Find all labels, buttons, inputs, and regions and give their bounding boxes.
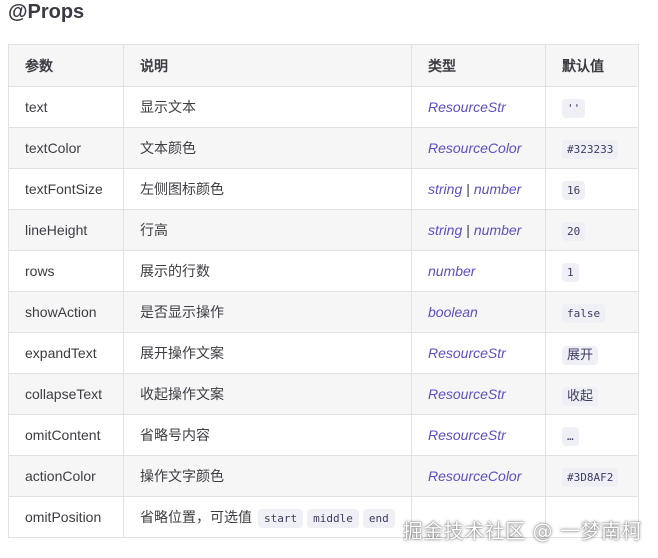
param-cell: showAction <box>8 291 124 333</box>
type-cell: ResourceStr <box>411 332 546 374</box>
header-param: 参数 <box>8 44 124 87</box>
description-text: 左侧图标颜色 <box>140 181 224 197</box>
default-value: 1 <box>562 263 579 282</box>
default-value: false <box>562 304 606 323</box>
type-separator: | <box>466 181 470 197</box>
type-cell: ResourceStr <box>411 414 546 456</box>
description-text: 是否显示操作 <box>140 304 224 320</box>
description-cell: 省略位置，可选值 start middle end <box>123 496 412 538</box>
default-cell: … <box>545 414 639 456</box>
default-value: 16 <box>562 181 586 200</box>
type-cell: ResourceColor <box>411 455 546 497</box>
props-table: 参数 说明 类型 默认值 text 显示文本 ResourceStr '' textCo… <box>8 44 639 538</box>
default-cell: 收起 <box>545 373 639 415</box>
table-row: actionColor 操作文字颜色 ResourceColor #3D8AF2 <box>8 455 639 497</box>
description-cell: 显示文本 <box>123 86 412 128</box>
default-value: … <box>562 427 579 446</box>
type-name: ResourceStr <box>428 427 506 443</box>
table-row: rows 展示的行数 number 1 <box>8 250 639 292</box>
description-cell: 文本颜色 <box>123 127 412 169</box>
description-cell: 左侧图标颜色 <box>123 168 412 210</box>
description-text: 省略号内容 <box>140 427 210 443</box>
description-text: 显示文本 <box>140 99 196 115</box>
description-text: 操作文字颜色 <box>140 468 224 484</box>
default-value: 展开 <box>562 345 599 365</box>
page-title: @Props <box>8 1 85 23</box>
table-row: text 显示文本 ResourceStr '' <box>8 86 639 128</box>
watermark: 掘金技术社区 @ 一梦南柯 <box>402 519 642 543</box>
default-value: '' <box>562 99 586 118</box>
type-name: number <box>428 263 476 279</box>
default-cell: 1 <box>545 250 639 292</box>
param-cell: lineHeight <box>8 209 124 251</box>
default-value: #323233 <box>562 140 619 159</box>
description-text: 行高 <box>140 222 168 238</box>
type-cell: ResourceStr <box>411 86 546 128</box>
description-text: 收起操作文案 <box>140 386 224 402</box>
param-cell: actionColor <box>8 455 124 497</box>
type-name: string <box>428 181 463 197</box>
type-cell: ResourceStr <box>411 373 546 415</box>
default-cell: 展开 <box>545 332 639 374</box>
type-name: ResourceColor <box>428 468 522 484</box>
table-row: expandText 展开操作文案 ResourceStr 展开 <box>8 332 639 374</box>
type-cell: number <box>411 250 546 292</box>
table-header-row: 参数 说明 类型 默认值 <box>8 44 639 87</box>
type-name: number <box>473 181 522 197</box>
param-cell: omitContent <box>8 414 124 456</box>
option-code: end <box>362 509 395 528</box>
table-row: showAction 是否显示操作 boolean false <box>8 291 639 333</box>
option-code: middle <box>307 509 359 528</box>
param-cell: rows <box>8 250 124 292</box>
param-cell: omitPosition <box>8 496 124 538</box>
type-cell: string | number <box>411 168 546 210</box>
type-name: string <box>428 222 463 238</box>
description-cell: 行高 <box>123 209 412 251</box>
default-cell: 20 <box>545 209 639 251</box>
description-text: 省略位置，可选值 <box>140 509 252 525</box>
description-text: 文本颜色 <box>140 140 196 156</box>
default-cell: false <box>545 291 639 333</box>
default-cell: '' <box>545 86 639 128</box>
header-default: 默认值 <box>545 44 639 87</box>
type-name: ResourceStr <box>428 386 506 402</box>
default-cell: 16 <box>545 168 639 210</box>
type-cell: boolean <box>411 291 546 333</box>
type-name: number <box>473 222 522 238</box>
type-cell: string | number <box>411 209 546 251</box>
default-cell: #3D8AF2 <box>545 455 639 497</box>
type-name: ResourceStr <box>428 99 506 115</box>
description-text: 展开操作文案 <box>140 345 224 361</box>
header-description: 说明 <box>123 44 412 87</box>
param-cell: textFontSize <box>8 168 124 210</box>
option-code: start <box>258 509 304 528</box>
param-cell: expandText <box>8 332 124 374</box>
table-row: textColor 文本颜色 ResourceColor #323233 <box>8 127 639 169</box>
table-row: lineHeight 行高 string | number 20 <box>8 209 639 251</box>
param-cell: textColor <box>8 127 124 169</box>
description-text: 展示的行数 <box>140 263 210 279</box>
description-cell: 省略号内容 <box>123 414 412 456</box>
description-cell: 是否显示操作 <box>123 291 412 333</box>
description-cell: 收起操作文案 <box>123 373 412 415</box>
table-row: textFontSize 左侧图标颜色 string | number 16 <box>8 168 639 210</box>
table-row: omitContent 省略号内容 ResourceStr … <box>8 414 639 456</box>
header-type: 类型 <box>411 44 546 87</box>
description-cell: 展开操作文案 <box>123 332 412 374</box>
type-name: ResourceStr <box>428 345 506 361</box>
default-value: 收起 <box>562 386 599 406</box>
type-separator: | <box>466 222 470 238</box>
default-value: 20 <box>562 222 586 241</box>
table-row: collapseText 收起操作文案 ResourceStr 收起 <box>8 373 639 415</box>
type-name: boolean <box>428 304 478 320</box>
default-cell: #323233 <box>545 127 639 169</box>
type-name: ResourceColor <box>428 140 522 156</box>
description-cell: 展示的行数 <box>123 250 412 292</box>
param-cell: collapseText <box>8 373 124 415</box>
default-value: #3D8AF2 <box>562 468 619 487</box>
description-cell: 操作文字颜色 <box>123 455 412 497</box>
param-cell: text <box>8 86 124 128</box>
type-cell: ResourceColor <box>411 127 546 169</box>
